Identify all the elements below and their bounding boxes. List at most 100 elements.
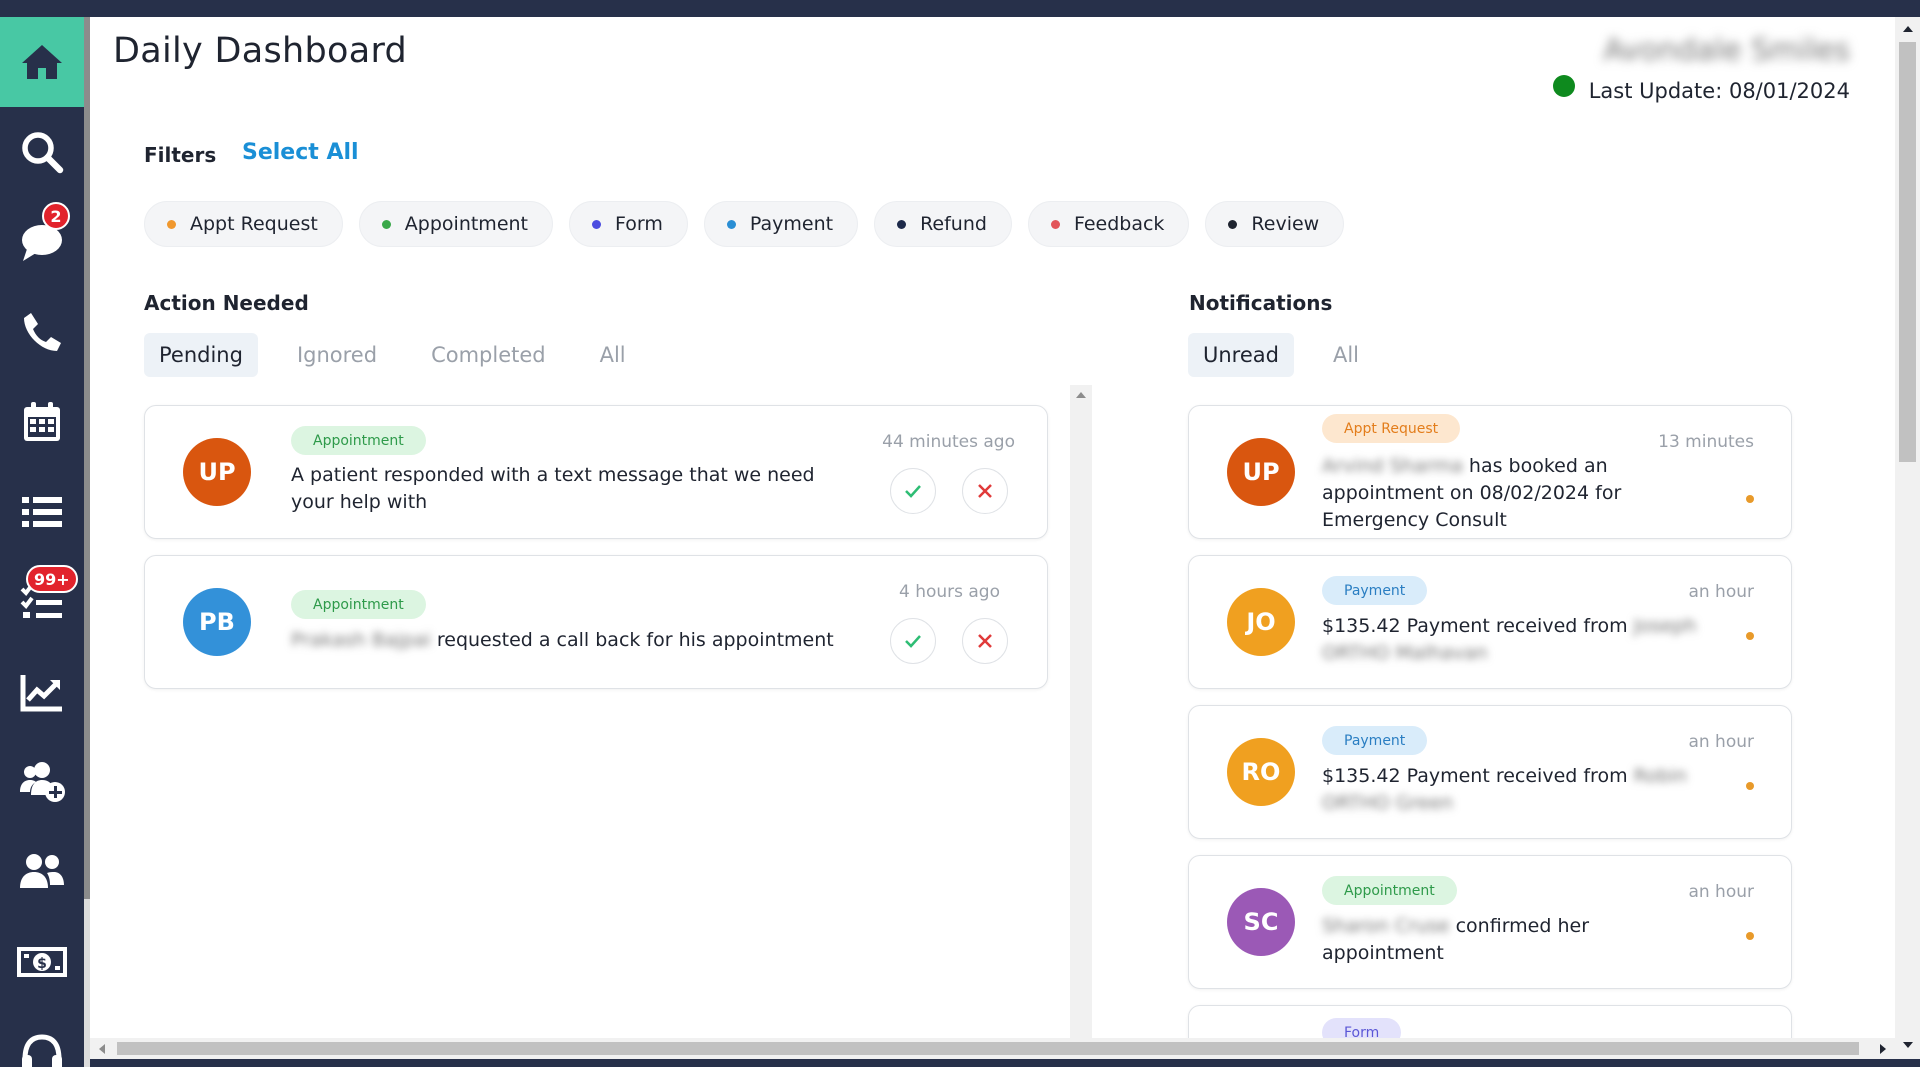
sidebar-item-messages[interactable]: 2 xyxy=(0,197,84,287)
notification-text: $135.42 Payment received from Joseph ORTH… xyxy=(1322,613,1722,667)
approve-button[interactable] xyxy=(890,618,936,664)
sidebar-nav: 2 99+ $ xyxy=(0,17,84,1067)
filter-chip-label: Appt Request xyxy=(190,213,318,235)
page-scrollbar-thumb[interactable] xyxy=(1899,42,1916,462)
avatar: JO xyxy=(1227,588,1295,656)
notification-time: 13 minutes xyxy=(1658,432,1754,452)
sidebar-item-calendar[interactable] xyxy=(0,377,84,467)
headset-icon xyxy=(22,1034,62,1067)
chart-line-icon xyxy=(20,675,62,712)
filter-chip-payment[interactable]: Payment xyxy=(703,201,859,247)
filter-chip-review[interactable]: Review xyxy=(1205,201,1345,247)
user-group-plus-icon xyxy=(20,762,65,802)
money-bill-icon: $ xyxy=(17,947,67,977)
tasks-badge: 99+ xyxy=(26,565,78,593)
notification-text-part: Emergency Consult xyxy=(1322,509,1507,531)
action-list-scrollbar[interactable] xyxy=(1070,385,1092,1055)
sidebar-item-add-patient[interactable] xyxy=(0,737,84,827)
notification-card[interactable]: SC Appointment Sharon Cruse confirmed he… xyxy=(1188,855,1792,989)
scroll-up-arrow-icon[interactable] xyxy=(1075,391,1087,399)
tab-pending[interactable]: Pending xyxy=(144,333,258,377)
action-card-time: 4 hours ago xyxy=(898,582,1000,602)
filter-chip-refund[interactable]: Refund xyxy=(874,201,1012,247)
select-all-link[interactable]: Select All xyxy=(242,140,359,165)
tab-all-notifications[interactable]: All xyxy=(1318,333,1374,377)
notification-time: an hour xyxy=(1688,732,1754,752)
action-card-text: Prakash Bajpai requested a call back for… xyxy=(291,627,861,654)
filter-chip-form[interactable]: Form xyxy=(569,201,688,247)
patient-name-redacted: Robin xyxy=(1633,765,1687,787)
category-tag: Appointment xyxy=(291,590,426,619)
page-scrollbar[interactable] xyxy=(1895,17,1920,1059)
scroll-right-arrow-icon[interactable] xyxy=(1879,1043,1887,1055)
patient-name-redacted: Sharon Cruse xyxy=(1322,915,1450,937)
patient-name-redacted: ORTHO Green xyxy=(1322,792,1454,814)
tab-all[interactable]: All xyxy=(585,333,641,377)
action-card[interactable]: PB Appointment Prakash Bajpai requested … xyxy=(144,555,1048,689)
last-update-text: Last Update: 08/01/2024 xyxy=(1588,79,1850,103)
avatar: PB xyxy=(183,588,251,656)
tab-completed[interactable]: Completed xyxy=(416,333,561,377)
close-icon xyxy=(978,634,992,648)
category-tag: Appointment xyxy=(291,426,426,455)
notification-text-part: confirmed her xyxy=(1455,915,1590,937)
scroll-left-arrow-icon[interactable] xyxy=(98,1043,106,1055)
notification-time: an hour xyxy=(1688,882,1754,902)
messages-badge: 2 xyxy=(42,202,70,230)
phone-icon xyxy=(24,313,61,351)
category-tag: Appt Request xyxy=(1322,414,1461,443)
approve-button[interactable] xyxy=(890,468,936,514)
filter-chip-label: Feedback xyxy=(1073,213,1165,235)
category-tag: Appointment xyxy=(1322,876,1457,905)
sidebar-item-analytics[interactable] xyxy=(0,647,84,737)
notification-card[interactable]: UP Appt Request Arvind Sharma has booked… xyxy=(1188,405,1792,539)
sidebar-item-home[interactable] xyxy=(0,17,84,107)
sidebar-item-calls[interactable] xyxy=(0,287,84,377)
check-icon xyxy=(905,635,921,648)
filter-chip-appt-request[interactable]: Appt Request xyxy=(144,201,343,247)
dismiss-button[interactable] xyxy=(962,468,1008,514)
notification-text-part: $135.42 Payment received from xyxy=(1322,765,1628,787)
filter-chip-label: Payment xyxy=(749,213,834,235)
category-tag: Payment xyxy=(1322,726,1428,755)
filters-label: Filters xyxy=(144,143,217,167)
filter-chip-appointment[interactable]: Appointment xyxy=(358,201,553,247)
tab-unread[interactable]: Unread xyxy=(1188,333,1294,377)
avatar: UP xyxy=(183,438,251,506)
action-card-text: A patient responded with a text message … xyxy=(291,464,815,513)
notifications-tabs: Unread All xyxy=(1188,333,1374,377)
horizontal-scrollbar-thumb[interactable] xyxy=(117,1042,1859,1055)
notification-card[interactable]: RO Payment $135.42 Payment received from… xyxy=(1188,705,1792,839)
horizontal-scrollbar[interactable] xyxy=(90,1038,1895,1059)
svg-text:$: $ xyxy=(37,956,47,972)
home-icon xyxy=(22,45,62,79)
sidebar-item-patients[interactable] xyxy=(0,827,84,917)
last-update-status: Last Update: 08/01/2024 xyxy=(1552,75,1850,103)
filter-chip-label: Form xyxy=(615,213,663,235)
scroll-up-arrow-icon[interactable] xyxy=(1902,25,1914,33)
action-card[interactable]: UP Appointment A patient responded with … xyxy=(144,405,1048,539)
patient-name-redacted: Joseph xyxy=(1633,615,1697,637)
dot-icon xyxy=(1228,219,1238,229)
filter-chip-feedback[interactable]: Feedback xyxy=(1027,201,1190,247)
notification-text-part: appointment on 08/02/2024 for xyxy=(1322,482,1622,504)
scroll-down-arrow-icon[interactable] xyxy=(1902,1041,1914,1049)
sidebar-item-tasks[interactable]: 99+ xyxy=(0,557,84,647)
sidebar-item-support[interactable] xyxy=(0,1007,84,1067)
tab-ignored[interactable]: Ignored xyxy=(282,333,392,377)
window-bottom-bar xyxy=(90,1059,1920,1067)
dot-icon xyxy=(726,219,736,229)
dismiss-button[interactable] xyxy=(962,618,1008,664)
page-title: Daily Dashboard xyxy=(113,31,408,71)
sidebar-item-list[interactable] xyxy=(0,467,84,557)
dot-icon xyxy=(592,219,601,229)
avatar: UP xyxy=(1227,438,1295,506)
sidebar-item-search[interactable] xyxy=(0,107,84,197)
notification-card[interactable]: JO Payment $135.42 Payment received from… xyxy=(1188,555,1792,689)
sidebar-item-billing[interactable]: $ xyxy=(0,917,84,1007)
patient-name-redacted: Arvind Sharma xyxy=(1322,455,1463,477)
unread-indicator-icon xyxy=(1746,932,1754,940)
avatar: SC xyxy=(1227,888,1295,956)
unread-indicator-icon xyxy=(1746,495,1754,503)
dot-icon xyxy=(381,219,391,229)
